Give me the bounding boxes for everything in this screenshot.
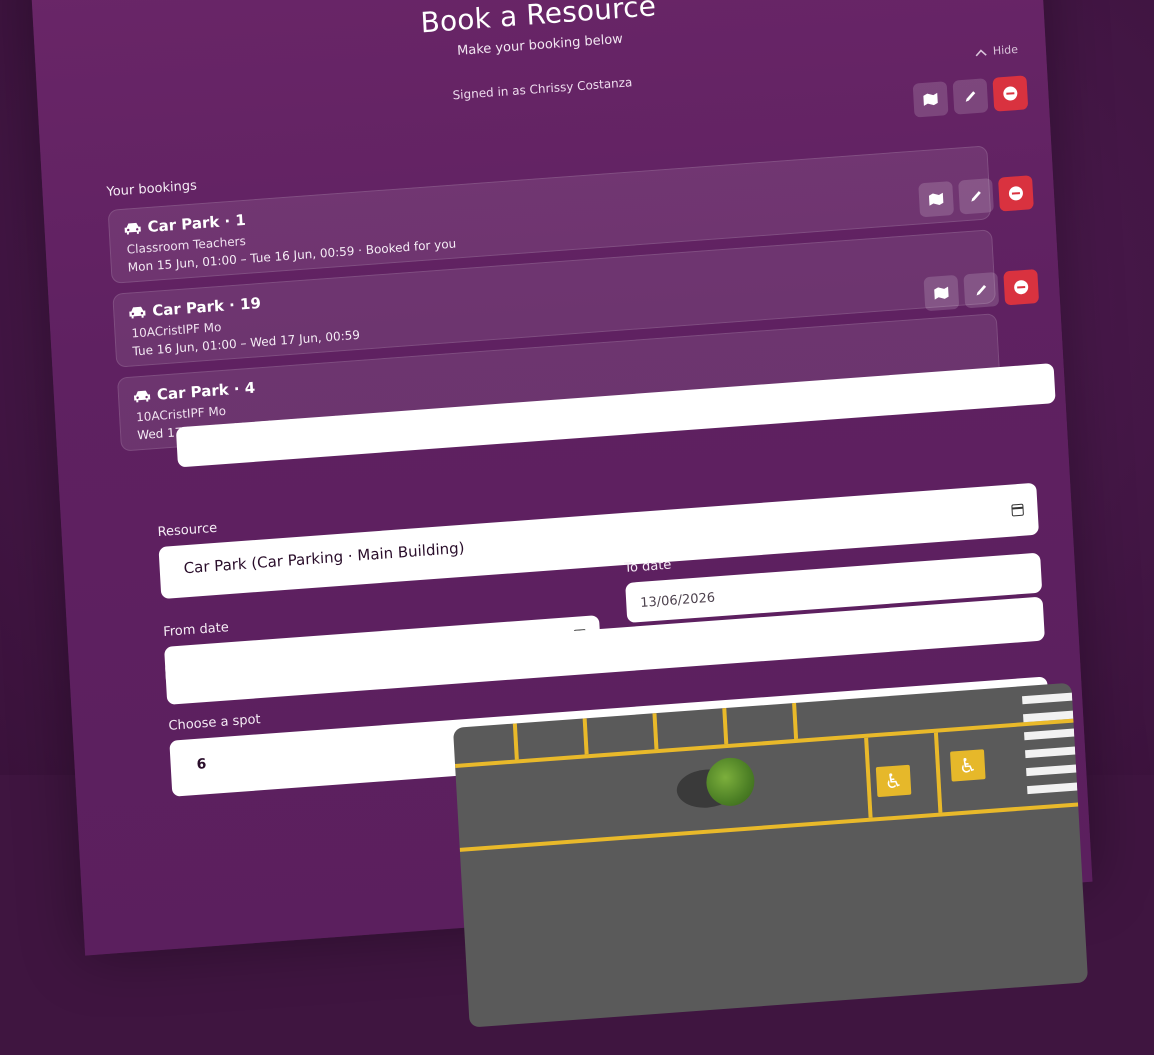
crosswalk-stripe (1024, 728, 1075, 741)
car-icon (124, 222, 141, 235)
map-bay-line (933, 732, 943, 813)
chevron-up-icon (975, 48, 987, 56)
edit-booking-button[interactable] (963, 271, 1000, 309)
spot-value: 6 (196, 756, 207, 773)
bookings-heading: Your bookings (106, 178, 198, 200)
booking-actions (923, 269, 1040, 312)
map-icon (923, 92, 938, 106)
map-bay-line (512, 723, 519, 760)
parking-map[interactable]: ♿ ♿ (452, 682, 1089, 1028)
view-map-button[interactable] (923, 274, 960, 312)
pencil-icon (971, 191, 981, 202)
edit-booking-button[interactable] (958, 178, 994, 215)
booking-title: Car Park · 1 (147, 210, 247, 237)
map-bay-line (652, 713, 659, 750)
remove-icon (1013, 279, 1029, 295)
booking-group: 10ACristIPF Mo (135, 403, 227, 425)
booking-actions (918, 175, 1034, 218)
resource-value: Car Park (Car Parking · Main Building) (183, 538, 465, 578)
remove-icon (1008, 185, 1024, 201)
booking-panel: Book a Resource Make your booking below … (29, 0, 1093, 1028)
crosswalk-stripe (1026, 764, 1077, 777)
booking-group: 10ACristIPF Mo (131, 319, 222, 341)
resource-label: Resource (157, 520, 218, 541)
booking-actions (912, 75, 1029, 118)
map-lane-line (459, 802, 1079, 852)
pencil-icon (965, 91, 976, 102)
booking-title: Car Park · 4 (156, 378, 256, 404)
map-bay-line (864, 737, 873, 818)
map-bay-line (582, 718, 589, 755)
map-bay-line (722, 707, 729, 745)
delete-booking-button[interactable] (992, 75, 1029, 112)
from-date-label: From date (162, 620, 230, 640)
pencil-icon (976, 284, 987, 296)
calendar-icon (1011, 503, 1024, 517)
to-date-value: 13/06/2026 (639, 590, 716, 611)
delete-booking-button[interactable] (1003, 269, 1040, 306)
accessible-icon: ♿ (950, 749, 986, 782)
car-icon (129, 306, 146, 319)
crosswalk-stripe (1027, 782, 1078, 795)
crosswalk-stripe (1025, 746, 1076, 759)
car-icon (133, 390, 151, 403)
delete-booking-button[interactable] (998, 175, 1034, 212)
spot-label: Choose a spot (168, 712, 261, 734)
map-icon (934, 286, 949, 300)
to-date-label: To date (623, 557, 672, 577)
map-bay-line (792, 702, 799, 740)
signed-in-text: Signed in as Chrissy Costanza (452, 75, 633, 103)
remove-icon (1002, 86, 1018, 102)
accessible-icon: ♿ (875, 764, 912, 798)
booking-title: Car Park · 19 (151, 293, 262, 320)
stage: Book a Resource Make your booking below … (0, 0, 1154, 1028)
map-icon (928, 192, 944, 206)
hide-label: Hide (992, 42, 1019, 58)
crosswalk-stripe (1022, 692, 1073, 705)
view-map-button[interactable] (918, 181, 955, 218)
edit-booking-button[interactable] (952, 78, 989, 115)
view-map-button[interactable] (912, 81, 949, 118)
